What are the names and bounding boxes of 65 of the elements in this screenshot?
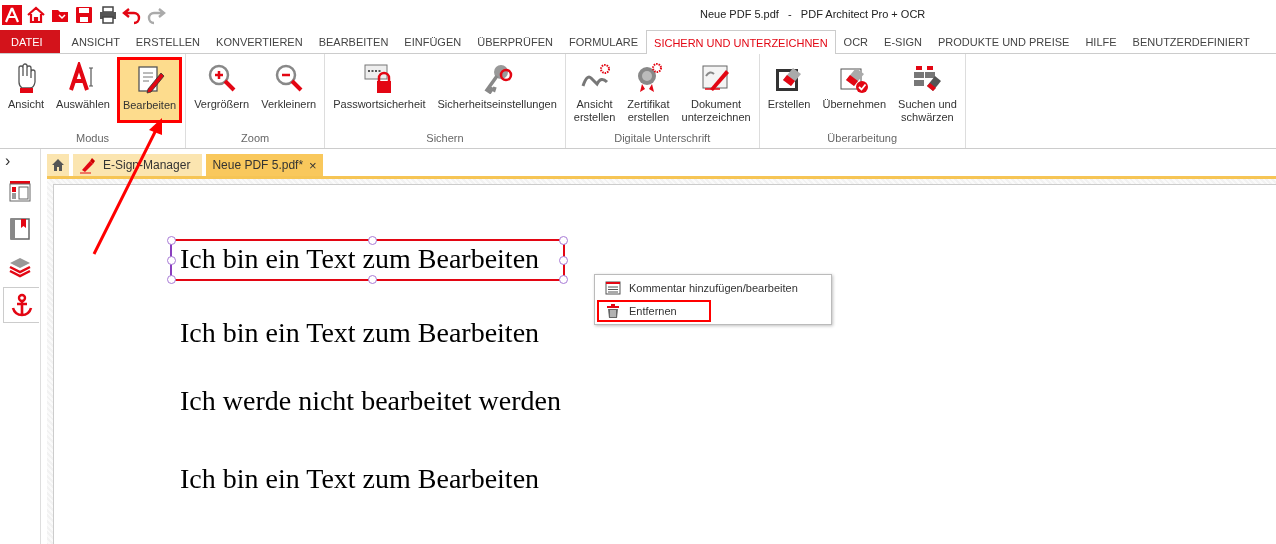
expand-panel-button[interactable]: › [5, 151, 35, 171]
ribbon-group-label: Zoom [240, 132, 271, 146]
context-menu-item[interactable]: Entfernen [597, 300, 711, 322]
ribbon-tab[interactable]: SICHERN UND UNTERZEICHNEN [646, 30, 836, 54]
ribbon-tab[interactable]: EINFÜGEN [396, 30, 470, 53]
ribbon-button[interactable]: Bearbeiten [116, 57, 183, 123]
file-menu-tab[interactable]: DATEI [0, 30, 60, 53]
print-icon[interactable] [98, 5, 118, 25]
ribbon-button[interactable]: Ansicht [3, 57, 50, 123]
ribbon-button[interactable]: Auswählen [51, 57, 115, 123]
signing-pen-icon [79, 156, 97, 174]
close-tab-button[interactable]: × [309, 157, 317, 173]
ribbon-button[interactable]: Zertifikat erstellen [622, 57, 675, 129]
home-tab[interactable] [47, 154, 69, 176]
ribbon-group-label: Modus [75, 132, 111, 146]
save-icon[interactable] [74, 5, 94, 25]
ribbon-tab[interactable]: ERSTELLEN [127, 30, 209, 53]
ribbon-button[interactable]: Übernehmen [817, 57, 892, 123]
ribbon-button[interactable]: Passwortsicherheit [328, 57, 431, 123]
resize-handle[interactable] [367, 275, 377, 284]
document-text: Ich bin ein Text zum Bearbeiten [180, 463, 540, 494]
ribbon-tab[interactable]: BENUTZERDEFINIERT [1124, 30, 1258, 53]
ribbon-group-label: Digitale Unterschrift [613, 132, 712, 146]
ribbon-button[interactable]: Erstellen [762, 57, 816, 123]
ribbon-tab[interactable]: ÜBERPRÜFEN [469, 30, 561, 53]
resize-handle[interactable] [167, 275, 176, 284]
ribbon-button[interactable]: Vergrößern [189, 57, 255, 123]
selected-text-box[interactable]: Ich bin ein Text zum Bearbeiten [170, 239, 566, 281]
home-icon[interactable] [26, 5, 46, 25]
home-icon [51, 158, 65, 172]
ribbon-button[interactable]: Dokument unterzeichnen [676, 57, 756, 129]
ribbon-tab[interactable]: ANSICHT [63, 30, 128, 53]
ribbon-button[interactable]: Ansicht erstellen [568, 57, 621, 129]
ribbon-button[interactable]: Sicherheitseinstellungen [432, 57, 562, 123]
window-title: Neue PDF 5.pdf - PDF Architect Pro + OCR [700, 8, 926, 20]
resize-handle[interactable] [167, 256, 176, 265]
resize-handle[interactable] [167, 236, 176, 245]
undo-icon[interactable] [122, 5, 142, 25]
app-logo-icon[interactable] [2, 5, 22, 25]
ribbon-button[interactable]: Suchen und schwärzen [893, 57, 962, 129]
ribbon-button[interactable]: Verkleinern [256, 57, 322, 123]
ribbon-group-label: Überarbeitung [826, 132, 899, 146]
layers-icon [8, 255, 32, 279]
ribbon-tab[interactable]: FORMULARE [561, 30, 647, 53]
ribbon-tab[interactable]: OCR [835, 30, 877, 53]
document-tab-label: Neue PDF 5.pdf* [212, 158, 304, 172]
bookmark-icon [8, 217, 32, 241]
resize-handle[interactable] [559, 236, 569, 245]
sidebar-tab[interactable] [3, 287, 39, 323]
context-menu-item[interactable]: Kommentar hinzufügen/bearbeiten [597, 277, 829, 299]
document-text: Ich bin ein Text zum Bearbeiten [180, 243, 540, 274]
comment-icon [605, 280, 621, 296]
anchor-icon [9, 293, 34, 317]
ribbon-tab[interactable]: BEARBEITEN [310, 30, 397, 53]
document-text: Ich bin ein Text zum Bearbeiten [180, 317, 540, 348]
resize-handle[interactable] [367, 236, 377, 245]
document-text: Ich werde nicht bearbeitet werden [180, 385, 561, 416]
trash-icon [605, 303, 621, 319]
ribbon-tab[interactable]: HILFE [1077, 30, 1125, 53]
ribbon-tab[interactable]: E-SIGN [876, 30, 930, 53]
ribbon-tab[interactable]: PRODUKTE UND PREISE [929, 30, 1078, 53]
page-thumbnails-icon [8, 179, 32, 203]
document-tab[interactable]: Neue PDF 5.pdf* × [206, 154, 323, 176]
ribbon-group-label: Sichern [425, 132, 465, 146]
ribbon-tab[interactable]: KONVERTIEREN [208, 30, 311, 53]
